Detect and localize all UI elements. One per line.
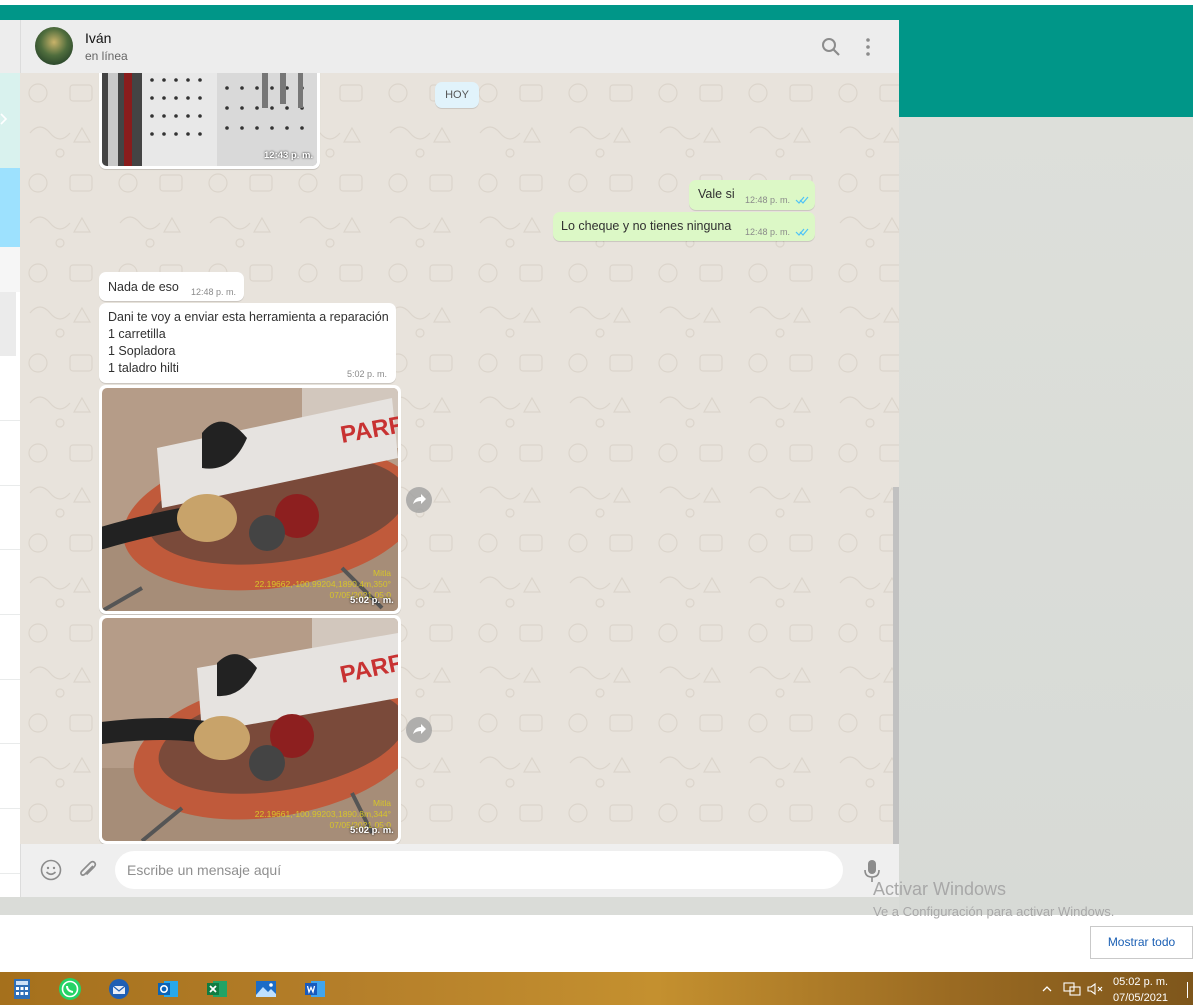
show-desktop-button[interactable] xyxy=(1187,982,1193,998)
stamp-place: Mitla xyxy=(373,568,391,578)
message-line: 1 Sopladora xyxy=(108,344,176,358)
activation-watermark-subtitle: Ve a Configuración para activar Windows. xyxy=(873,904,1115,919)
message-time: 12:43 p. m. xyxy=(264,150,314,161)
message-line: 1 taladro hilti xyxy=(108,361,179,375)
forward-button[interactable] xyxy=(406,487,432,513)
excel-icon[interactable] xyxy=(205,977,229,1001)
search-icon[interactable] xyxy=(820,36,842,58)
sidebar-item[interactable] xyxy=(0,421,20,486)
attach-icon[interactable] xyxy=(76,858,100,882)
chat-header[interactable]: Iván en línea xyxy=(20,20,899,73)
forward-icon xyxy=(413,494,426,504)
message-line: Dani te voy a enviar esta herramienta a … xyxy=(108,310,389,324)
message-input[interactable] xyxy=(115,851,843,889)
show-all-button[interactable]: Mostrar todo xyxy=(1090,926,1193,959)
calculator-icon[interactable] xyxy=(10,977,34,1001)
message-composer xyxy=(20,844,899,897)
photos-icon[interactable] xyxy=(254,977,278,1001)
read-receipt-icon xyxy=(795,228,809,236)
forward-button[interactable] xyxy=(406,717,432,743)
message-time: 5:02 p. m. xyxy=(350,595,394,606)
network-icon[interactable] xyxy=(1063,982,1081,996)
taskbar: 05:02 p. m. 07/05/2021 xyxy=(0,972,1193,1005)
chat-list-sidebar xyxy=(0,20,20,897)
sidebar-item[interactable] xyxy=(0,550,20,615)
sidebar-banner xyxy=(0,168,20,247)
message-text: Vale si xyxy=(698,187,735,201)
word-icon[interactable] xyxy=(303,977,327,1001)
incoming-message[interactable]: Dani te voy a enviar esta herramienta a … xyxy=(99,303,396,383)
message-text: Nada de eso xyxy=(108,280,179,294)
image-message[interactable]: 12:43 p. m. xyxy=(99,73,320,169)
message-time: 5:02 p. m. xyxy=(350,825,394,836)
sidebar-item[interactable] xyxy=(0,615,20,680)
scrollbar[interactable] xyxy=(893,487,899,844)
stamp-coords: 22.19661,-100.99203,1890.8m,344° xyxy=(254,809,391,819)
outgoing-message[interactable]: Lo cheque y no tienes ninguna 12:48 p. m… xyxy=(553,212,815,241)
sidebar-search[interactable] xyxy=(0,247,20,292)
message-list[interactable]: 12:43 p. m. HOY Vale si 12:48 p. m. Lo c… xyxy=(20,73,899,844)
avatar[interactable] xyxy=(35,27,73,65)
outgoing-message[interactable]: Vale si 12:48 p. m. xyxy=(689,180,815,210)
contact-status: en línea xyxy=(85,49,128,63)
stamp-place: Mitla xyxy=(373,798,391,808)
thunderbird-icon[interactable] xyxy=(107,977,131,1001)
message-text: Lo cheque y no tienes ninguna xyxy=(561,219,732,233)
stamp-coords: 22.19662,-100.99204,1890.4m,350° xyxy=(254,579,391,589)
sidebar-header xyxy=(0,20,20,73)
volume-muted-icon[interactable] xyxy=(1087,982,1105,996)
activation-watermark-title: Activar Windows xyxy=(873,879,1007,899)
read-receipt-icon xyxy=(795,196,809,204)
image-message[interactable]: PARRE Mitla 22.19661,-100.99203,1890.8m,… xyxy=(99,615,401,844)
forward-icon xyxy=(413,724,426,734)
day-badge: HOY xyxy=(435,82,479,108)
message-time: 12:48 p. m. xyxy=(745,195,791,205)
clock-date[interactable]: 07/05/2021 xyxy=(1113,992,1168,1004)
sidebar-item[interactable] xyxy=(0,809,20,874)
message-time: 5:02 p. m. xyxy=(347,369,388,379)
downloads-bar xyxy=(0,915,1193,972)
message-time: 12:48 p. m. xyxy=(191,287,237,297)
message-line: 1 carretilla xyxy=(108,327,166,341)
whatsapp-icon[interactable] xyxy=(58,977,82,1001)
chat-panel: Iván en línea 12:43 p. m. HOY Vale si 12… xyxy=(20,20,899,897)
sidebar-item[interactable] xyxy=(0,680,20,744)
background-panel xyxy=(899,117,1193,915)
message-time: 12:48 p. m. xyxy=(745,227,791,237)
contact-name[interactable]: Iván xyxy=(85,30,111,46)
close-icon[interactable] xyxy=(0,112,8,126)
sidebar-item[interactable] xyxy=(0,744,20,809)
sidebar-item[interactable] xyxy=(0,356,20,421)
chevron-up-icon[interactable] xyxy=(1041,983,1053,995)
outlook-icon[interactable] xyxy=(156,977,180,1001)
clock-time[interactable]: 05:02 p. m. xyxy=(1113,976,1168,988)
image-message[interactable]: PARRE Mitla 22.19662,-100.99204,1890.4m,… xyxy=(99,385,401,614)
menu-icon[interactable] xyxy=(859,36,877,58)
incoming-message[interactable]: Nada de eso 12:48 p. m. xyxy=(99,272,244,301)
sidebar-item-active[interactable] xyxy=(0,292,16,356)
emoji-icon[interactable] xyxy=(39,858,63,882)
sidebar-item[interactable] xyxy=(0,486,20,550)
